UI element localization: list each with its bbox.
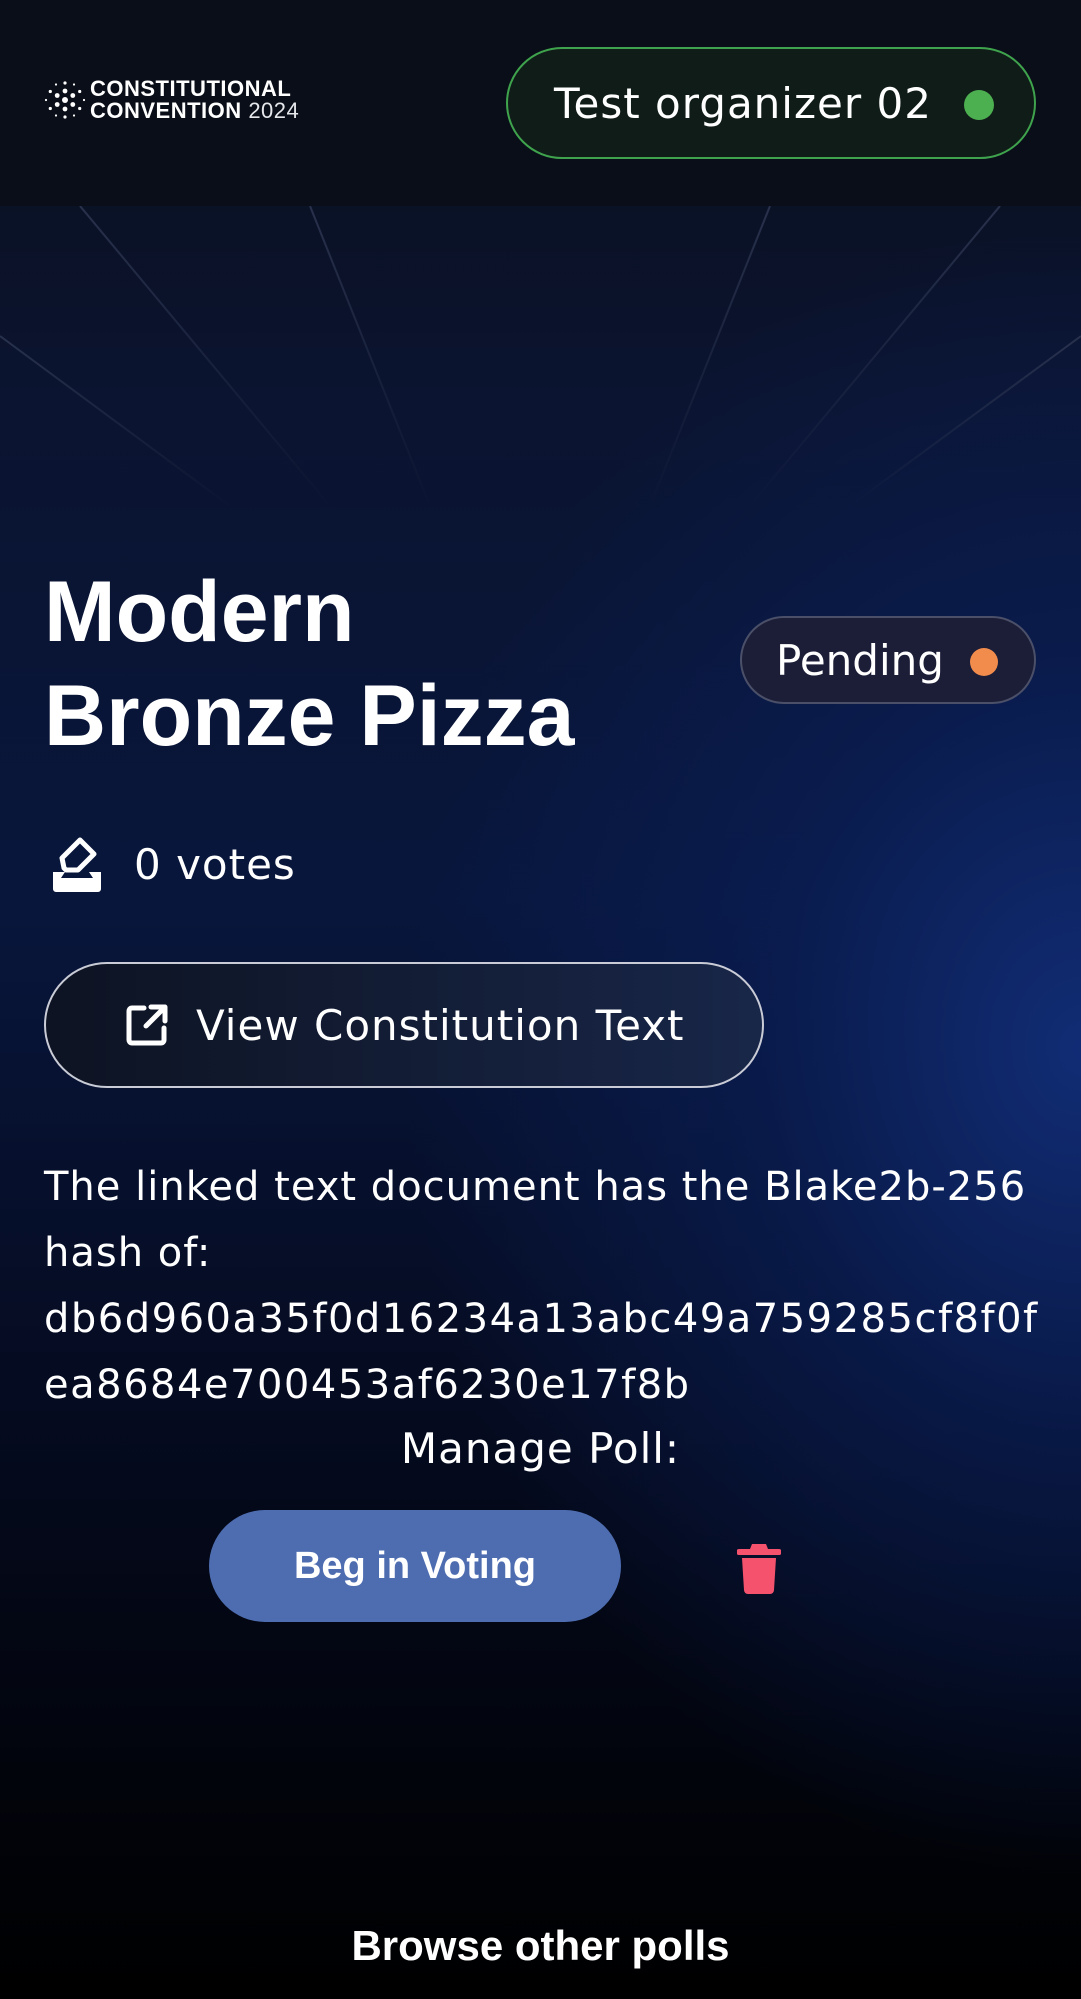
external-link-icon: [126, 1004, 168, 1046]
logo-line-2: CONVENTION: [90, 98, 242, 123]
user-name: Test organizer 02: [554, 78, 932, 128]
view-constitution-button[interactable]: View Constitution Text: [44, 962, 764, 1088]
poll-status-badge: Pending: [740, 616, 1036, 704]
poll-title-line-1: Modern: [44, 564, 355, 660]
status-dot: [970, 648, 998, 676]
hash-value: db6d960a35f0d16234a13abc49a759285cf8f0fe…: [44, 1296, 1039, 1408]
decorative-grid: [0, 206, 1081, 506]
vote-count: 0 votes: [50, 836, 296, 892]
hash-intro-text: The linked text document has the Blake2b…: [44, 1164, 1027, 1276]
delete-poll-button[interactable]: [736, 1542, 782, 1594]
cardano-logo-icon: [44, 81, 86, 119]
trash-icon: [736, 1544, 782, 1594]
hash-description: The linked text document has the Blake2b…: [44, 1154, 1044, 1418]
convention-logo[interactable]: CONSTITUTIONAL CONVENTION 2024: [44, 78, 299, 122]
begin-voting-button[interactable]: Beg in Voting: [209, 1510, 621, 1622]
logo-line-1: CONSTITUTIONAL: [90, 76, 292, 101]
browse-other-polls-link[interactable]: Browse other polls: [0, 1922, 1081, 1970]
poll-status-text: Pending: [776, 635, 944, 685]
logo-year: 2024: [248, 98, 300, 123]
logo-wordmark: CONSTITUTIONAL CONVENTION 2024: [90, 78, 299, 122]
top-header: CONSTITUTIONAL CONVENTION 2024 Test orga…: [0, 0, 1081, 206]
online-status-dot: [964, 90, 994, 120]
poll-title: Modern Bronze Pizza: [44, 560, 664, 768]
ballot-box-icon: [53, 837, 101, 892]
poll-title-line-2: Bronze Pizza: [44, 668, 575, 764]
manage-poll-label: Manage Poll:: [400, 1424, 681, 1473]
user-account-button[interactable]: Test organizer 02: [506, 47, 1036, 159]
view-constitution-label: View Constitution Text: [196, 1000, 685, 1050]
vote-count-text: 0 votes: [134, 839, 296, 889]
